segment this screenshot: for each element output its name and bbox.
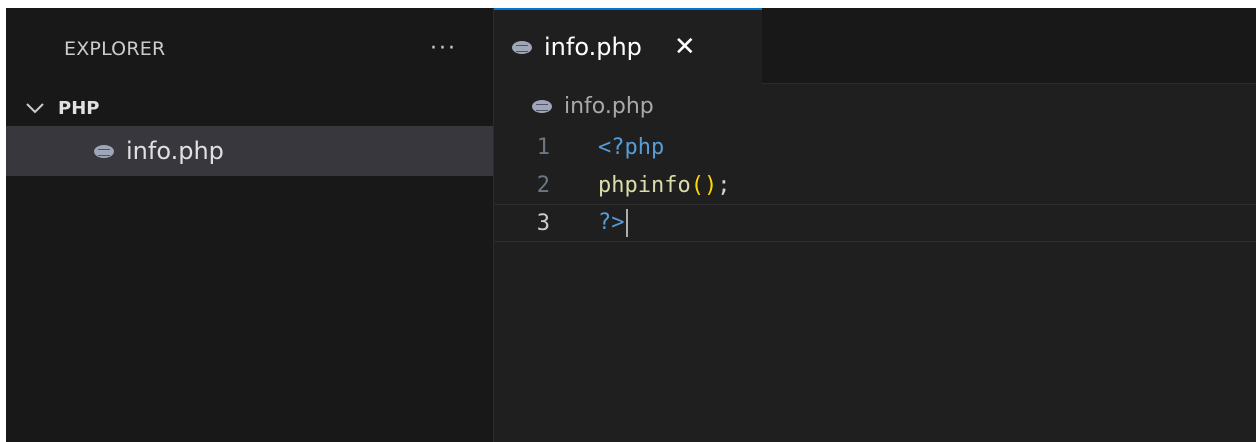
php-file-icon bbox=[532, 99, 552, 113]
code-token: phpinfo bbox=[598, 172, 691, 198]
code-line[interactable]: 3 ?> bbox=[494, 204, 1256, 242]
line-content: ?> bbox=[598, 209, 628, 237]
editor-area: info.php ✕ info.php 1 <?php 2 phpinfo(); 3 ?> bbox=[494, 8, 1256, 442]
line-number: 2 bbox=[536, 172, 550, 198]
more-icon[interactable]: ··· bbox=[430, 38, 457, 60]
tab-bar: info.php ✕ bbox=[494, 8, 1256, 84]
close-icon[interactable]: ✕ bbox=[674, 32, 696, 62]
line-number: 1 bbox=[536, 134, 550, 160]
explorer-header: EXPLORER ··· bbox=[6, 8, 493, 90]
php-file-icon bbox=[94, 144, 114, 158]
file-item-info-php[interactable]: info.php bbox=[6, 126, 493, 176]
tab-info-php[interactable]: info.php ✕ bbox=[494, 8, 762, 84]
line-content: phpinfo(); bbox=[598, 173, 730, 198]
code-token: ; bbox=[717, 172, 731, 198]
code-token: <?php bbox=[598, 134, 665, 160]
php-file-icon bbox=[512, 40, 532, 54]
line-content: <?php bbox=[598, 135, 664, 160]
code-line[interactable]: 2 phpinfo(); bbox=[494, 166, 1256, 204]
tab-label: info.php bbox=[544, 33, 642, 61]
code-token: ?> bbox=[598, 210, 625, 235]
chevron-down-icon bbox=[26, 103, 44, 114]
folder-label: PHP bbox=[58, 97, 100, 119]
breadcrumb[interactable]: info.php bbox=[494, 84, 1256, 128]
code-token: () bbox=[690, 172, 718, 198]
vscode-window: EXPLORER ··· PHP info.php info.php ✕ inf… bbox=[6, 8, 1256, 442]
line-number: 3 bbox=[536, 210, 550, 236]
code-editor[interactable]: 1 <?php 2 phpinfo(); 3 ?> bbox=[494, 128, 1256, 242]
breadcrumb-label: info.php bbox=[564, 93, 654, 119]
text-cursor bbox=[625, 209, 628, 237]
file-label: info.php bbox=[126, 137, 224, 165]
folder-php[interactable]: PHP bbox=[6, 90, 493, 126]
code-line[interactable]: 1 <?php bbox=[494, 128, 1256, 166]
explorer-sidebar: EXPLORER ··· PHP info.php bbox=[6, 8, 494, 442]
explorer-title: EXPLORER bbox=[64, 38, 166, 60]
